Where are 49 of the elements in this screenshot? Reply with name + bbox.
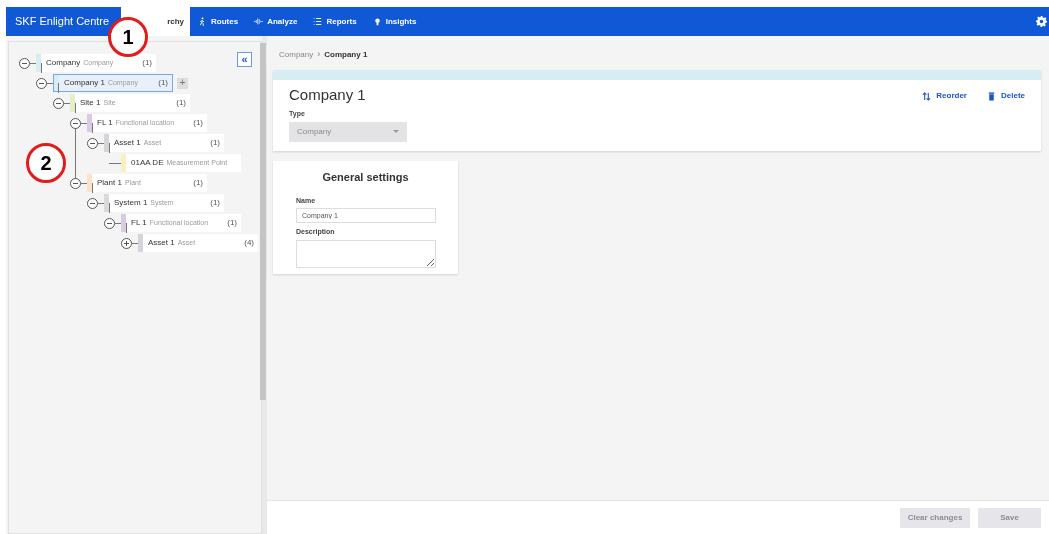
collapse-icon[interactable] <box>36 77 47 89</box>
delete-button[interactable]: Delete <box>987 90 1025 102</box>
detail-title: Company 1 <box>289 85 367 105</box>
collapse-icon[interactable] <box>87 197 98 209</box>
expand-icon[interactable] <box>121 237 132 249</box>
breadcrumb-link[interactable]: Company 1 <box>324 48 368 61</box>
trash-icon <box>987 91 996 101</box>
node-count: (1) <box>210 197 220 209</box>
nav-tab[interactable]: Routes <box>190 7 247 36</box>
reorder-button[interactable]: Reorder <box>922 90 967 102</box>
collapse-icon[interactable] <box>19 57 30 69</box>
node-name: FL 1 <box>96 117 113 129</box>
collapse-icon[interactable] <box>70 117 81 129</box>
collapse-icon[interactable] <box>104 217 115 229</box>
node-name: Site 1 <box>79 97 101 109</box>
node-name: System 1 <box>113 197 148 209</box>
nav-tab[interactable]: Reports <box>305 7 365 36</box>
card-title: General settings <box>321 170 410 185</box>
node-name: Plant 1 <box>96 177 122 189</box>
node-count: (1) <box>227 217 237 229</box>
waveform-icon <box>254 17 264 26</box>
node-count: (1) <box>158 77 168 89</box>
node-count: (1) <box>176 97 186 109</box>
collapse-icon[interactable] <box>70 177 81 189</box>
dropdown-arrow-icon <box>393 130 399 133</box>
node-name: Asset 1 <box>113 137 141 149</box>
nav-tab[interactable]: Analyze <box>246 7 306 36</box>
collapse-icon[interactable] <box>87 137 98 149</box>
node-name: 01AA DE <box>130 157 164 169</box>
list-icon <box>313 17 323 26</box>
node-count: (1) <box>210 137 220 149</box>
lightbulb-icon <box>372 17 382 26</box>
node-count: (4) <box>244 237 254 249</box>
sort-arrows-icon <box>922 91 932 101</box>
app-brand: SKF Enlight Centre <box>14 14 111 30</box>
collapse-button[interactable]: « <box>237 52 252 67</box>
breadcrumb-separator: › <box>317 47 321 61</box>
node-count: (1) <box>193 117 203 129</box>
scrollbar[interactable] <box>260 43 266 400</box>
nav-tab[interactable]: Insights <box>364 7 425 36</box>
settings-icon[interactable] <box>1036 16 1047 27</box>
description-field[interactable] <box>296 239 436 268</box>
node-name: FL 1 <box>130 217 147 229</box>
collapse-icon[interactable] <box>53 97 64 109</box>
node-count: (1) <box>142 57 152 69</box>
node-name: Asset 1 <box>147 237 175 249</box>
node-count: (1) <box>193 177 203 189</box>
node-name: Company 1 <box>63 77 105 89</box>
node-name: Company <box>45 57 81 69</box>
